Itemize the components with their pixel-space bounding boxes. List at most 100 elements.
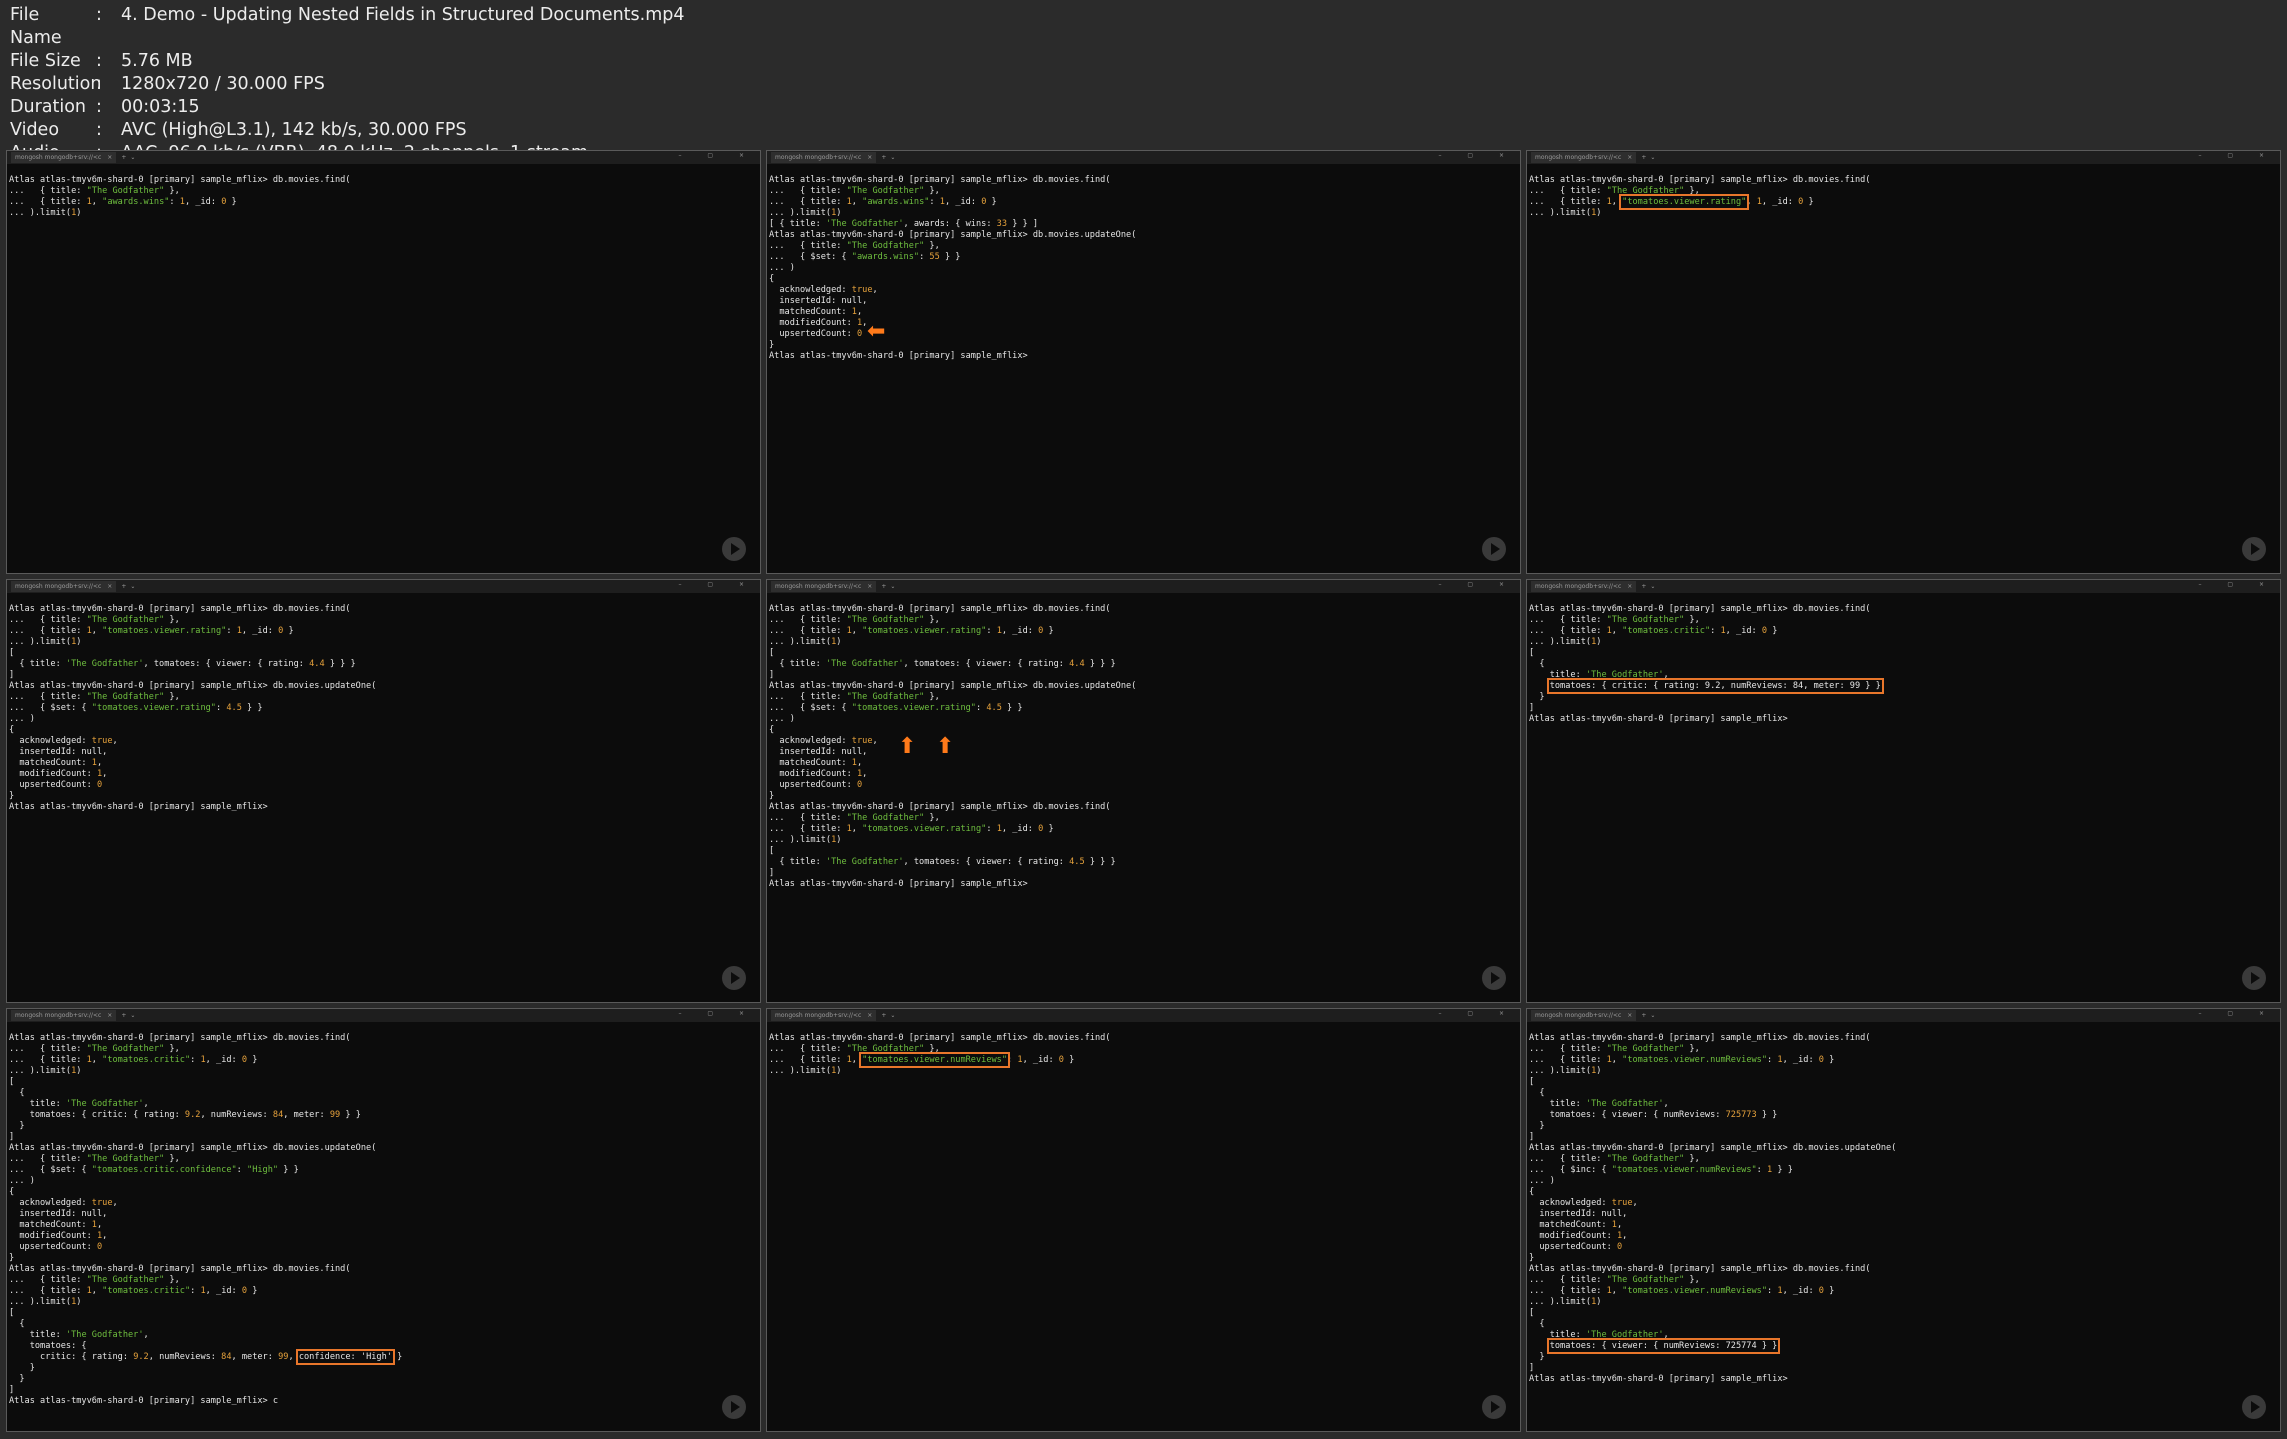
meta-row: File Name:4. Demo - Updating Nested Fiel…: [10, 4, 685, 50]
terminal-text: Atlas atlas-tmyv6m-shard-0 [primary] sam…: [769, 175, 1111, 185]
terminal-tab[interactable]: mongosh mongodb+srv://<c ×: [1531, 1010, 1637, 1021]
tab-dropdown-icon[interactable]: ⌄: [1650, 1012, 1655, 1019]
new-tab-icon[interactable]: +: [1641, 1012, 1646, 1019]
window-controls-icon[interactable]: – ▢ ×: [2198, 1010, 2276, 1017]
terminal-line: ... { title: "The Godfather" },: [769, 186, 1516, 197]
new-tab-icon[interactable]: +: [1641, 583, 1646, 590]
tab-dropdown-icon[interactable]: ⌄: [130, 1012, 135, 1019]
terminal-line: title: 'The Godfather',: [1529, 670, 2276, 681]
terminal-text: :: [215, 703, 227, 713]
window-controls-icon[interactable]: – ▢ ×: [2198, 581, 2276, 588]
terminal-text: ... ): [769, 263, 795, 273]
tab-close-icon[interactable]: ×: [1627, 154, 1632, 161]
tab-dropdown-icon[interactable]: ⌄: [890, 583, 895, 590]
terminal-text: , meter:: [283, 1110, 330, 1120]
terminal-output: Atlas atlas-tmyv6m-shard-0 [primary] sam…: [9, 1033, 756, 1431]
tab-close-icon[interactable]: ×: [107, 1012, 112, 1019]
terminal-text: 84: [221, 1352, 232, 1362]
terminal-line: matchedCount: 1,: [1529, 1220, 2276, 1231]
tab-close-icon[interactable]: ×: [867, 154, 872, 161]
terminal-line: upsertedCount: 0: [9, 1242, 756, 1253]
terminal-line: Atlas atlas-tmyv6m-shard-0 [primary] sam…: [9, 604, 756, 615]
terminal-line: ... ).limit(1): [769, 208, 1516, 219]
tab-dropdown-icon[interactable]: ⌄: [1650, 583, 1655, 590]
terminal-text: modifiedCount:: [9, 769, 97, 779]
terminal-text: "The Godfather": [1606, 1154, 1685, 1164]
terminal-text: "awards.wins": [862, 197, 930, 207]
tab-close-icon[interactable]: ×: [1627, 1012, 1632, 1019]
window-controls-icon[interactable]: – ▢ ×: [1438, 581, 1516, 588]
tab-close-icon[interactable]: ×: [107, 154, 112, 161]
terminal-text: } }: [1756, 1110, 1778, 1120]
new-tab-icon[interactable]: +: [121, 583, 126, 590]
terminal-line: ... ): [9, 714, 756, 725]
terminal-text: 84: [272, 1110, 284, 1120]
tab-close-icon[interactable]: ×: [867, 1012, 872, 1019]
terminal-text: "The Godfather": [846, 241, 925, 251]
window-controls-icon[interactable]: – ▢ ×: [1438, 1010, 1516, 1017]
terminal-text: ... { title:: [9, 626, 87, 636]
tab-dropdown-icon[interactable]: ⌄: [130, 583, 135, 590]
terminal-text: ... { title:: [769, 813, 847, 823]
new-tab-icon[interactable]: +: [121, 1012, 126, 1019]
terminal-text: "tomatoes.viewer.numReviews": [1622, 1286, 1768, 1296]
terminal-tab[interactable]: mongosh mongodb+srv://<c ×: [1531, 152, 1637, 163]
terminal-tab[interactable]: mongosh mongodb+srv://<c ×: [771, 1010, 877, 1021]
terminal-text: ]: [9, 1385, 15, 1395]
terminal-line: ... { title: 1, "tomatoes.viewer.rating"…: [9, 626, 756, 637]
new-tab-icon[interactable]: +: [121, 154, 126, 161]
terminal-text: ... ): [769, 714, 795, 724]
terminal-text: ): [76, 208, 82, 218]
terminal-text: upsertedCount:: [769, 780, 857, 790]
terminal-text: ,: [96, 758, 103, 768]
tab-close-icon[interactable]: ×: [1627, 583, 1632, 590]
window-controls-icon[interactable]: – ▢ ×: [678, 1010, 756, 1017]
terminal-tab[interactable]: mongosh mongodb+srv://<c ×: [771, 152, 877, 163]
terminal-text: } }: [340, 1110, 361, 1120]
window-controls-icon[interactable]: – ▢ ×: [678, 152, 756, 159]
terminal-text: ... ).limit(: [9, 1297, 72, 1307]
terminal-text: 'The Godfather': [1585, 670, 1664, 680]
new-tab-icon[interactable]: +: [881, 1012, 886, 1019]
terminal-line: Atlas atlas-tmyv6m-shard-0 [primary] sam…: [769, 230, 1516, 241]
terminal-line: ... { $set: { "tomatoes.critic.confidenc…: [9, 1165, 756, 1176]
terminal-text: ): [1596, 637, 1602, 647]
terminal-text: :: [169, 197, 180, 207]
tab-dropdown-icon[interactable]: ⌄: [890, 1012, 895, 1019]
terminal-text: insertedId: null,: [9, 747, 108, 757]
meta-row: Video: AVC (High@L3.1), 142 kb/s, 30.000 …: [10, 119, 685, 142]
terminal-line: }: [9, 1253, 756, 1264]
tab-dropdown-icon[interactable]: ⌄: [130, 154, 135, 161]
window-controls-icon[interactable]: – ▢ ×: [678, 581, 756, 588]
tab-dropdown-icon[interactable]: ⌄: [890, 154, 895, 161]
terminal-tab-bar: mongosh mongodb+srv://<c × + ⌄ – ▢ ×: [1527, 1009, 2280, 1022]
tab-label: mongosh mongodb+srv://<c: [775, 154, 862, 161]
terminal-tab-bar: mongosh mongodb+srv://<c × + ⌄ – ▢ ×: [7, 151, 760, 164]
window-controls-icon[interactable]: – ▢ ×: [2198, 152, 2276, 159]
terminal-line: ... { title: "The Godfather" },: [9, 186, 756, 197]
terminal-text: ... ).limit(: [769, 1066, 832, 1076]
terminal-tab[interactable]: mongosh mongodb+srv://<c ×: [11, 581, 117, 592]
terminal-text: "High": [247, 1165, 279, 1175]
terminal-text: , tomatoes: { viewer: { rating:: [903, 659, 1070, 669]
tab-dropdown-icon[interactable]: ⌄: [1650, 154, 1655, 161]
terminal-text: ... ).limit(: [769, 835, 832, 845]
new-tab-icon[interactable]: +: [1641, 154, 1646, 161]
terminal-text: Atlas atlas-tmyv6m-shard-0 [primary] sam…: [769, 230, 1137, 240]
terminal-text: 'The Godfather': [1585, 1099, 1664, 1109]
terminal-tab[interactable]: mongosh mongodb+srv://<c ×: [1531, 581, 1637, 592]
terminal-text: { title:: [9, 659, 66, 669]
meta-row: Resolution:1280x720 / 30.000 FPS: [10, 73, 685, 96]
new-tab-icon[interactable]: +: [881, 583, 886, 590]
window-controls-icon[interactable]: – ▢ ×: [1438, 152, 1516, 159]
tab-close-icon[interactable]: ×: [107, 583, 112, 590]
terminal-line: [: [9, 648, 756, 659]
tab-close-icon[interactable]: ×: [867, 583, 872, 590]
terminal-tab[interactable]: mongosh mongodb+srv://<c ×: [11, 1010, 117, 1021]
terminal-line: ... { title: "The Godfather" },: [9, 1275, 756, 1286]
new-tab-icon[interactable]: +: [881, 154, 886, 161]
terminal-text: ... { $inc: {: [1529, 1165, 1612, 1175]
terminal-text: ,: [112, 1198, 118, 1208]
terminal-tab[interactable]: mongosh mongodb+srv://<c ×: [771, 581, 877, 592]
terminal-tab[interactable]: mongosh mongodb+srv://<c ×: [11, 152, 117, 163]
